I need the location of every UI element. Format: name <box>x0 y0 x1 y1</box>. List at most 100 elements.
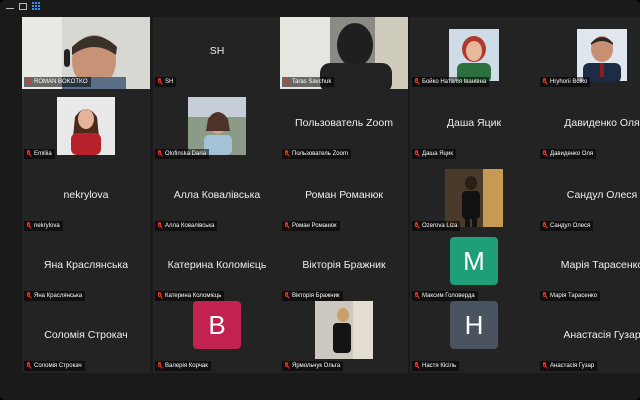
mic-muted-icon <box>157 150 163 158</box>
participant-display-name: Пользователь Zoom <box>295 117 393 129</box>
participant-name-label: Бойко Наталія Іванівна <box>422 79 487 85</box>
participant-name-plate: Ozerova Liza <box>412 221 461 231</box>
participant-tile[interactable]: Taras Savchuk <box>280 17 408 89</box>
participant-photo <box>449 29 499 83</box>
participant-name-label: nekrylova <box>34 223 60 229</box>
mic-muted-icon <box>26 78 32 86</box>
participant-tile[interactable]: Даша Яцик Даша Яцик <box>410 89 538 161</box>
participant-tile[interactable]: Марія Тарасенко Марія Тарасенко <box>538 231 640 303</box>
mic-muted-icon <box>542 150 548 158</box>
participant-name-label: Hryhorii Boiko <box>550 79 588 85</box>
participant-tile[interactable]: Olofinska Daria <box>153 89 281 161</box>
participant-display-name: Роман Романюк <box>305 189 383 201</box>
participant-name-plate: Анастасія Гузар <box>540 361 598 371</box>
mic-muted-icon <box>157 362 163 370</box>
mic-muted-icon <box>26 292 32 300</box>
participant-name-label: Давиденко Оля <box>550 151 594 157</box>
participant-tile[interactable]: ROMAN BOKOTKO <box>22 17 150 89</box>
participant-display-name: Давиденко Оля <box>564 117 640 129</box>
mic-muted-icon <box>157 222 163 230</box>
participant-tile[interactable]: nekrylova nekrylova <box>22 161 150 233</box>
mic-muted-icon <box>26 362 32 370</box>
participant-name-label: Соломія Строкач <box>34 363 82 369</box>
participant-tile[interactable]: Алла Ковалівська Алла Ковалівська <box>153 161 281 233</box>
mic-muted-icon <box>542 222 548 230</box>
participant-name-label: Ozerova Liza <box>422 223 458 229</box>
participant-tile[interactable]: Яна Краслянська Яна Краслянська <box>22 231 150 303</box>
mic-muted-icon <box>542 362 548 370</box>
participant-tile[interactable]: M Максим Головерда <box>410 231 538 303</box>
participant-name-plate: Ярмольчук Ольга <box>282 361 344 371</box>
participant-name-plate: Соломія Строкач <box>24 361 85 371</box>
participant-tile[interactable]: Hryhorii Boiko <box>538 17 640 89</box>
mic-muted-icon <box>414 78 420 86</box>
restore-icon[interactable] <box>19 3 27 10</box>
mic-muted-icon <box>414 292 420 300</box>
participant-photo <box>188 97 246 155</box>
minimize-icon[interactable] <box>6 8 14 9</box>
mic-muted-icon <box>26 222 32 230</box>
participant-name-label: Даша Яцик <box>422 151 453 157</box>
mic-muted-icon <box>157 78 163 86</box>
participant-name-plate: Марія Тарасенко <box>540 291 601 301</box>
participant-tile[interactable]: Соломія Строкач Соломія Строкач <box>22 301 150 373</box>
zoom-window: ROMAN BOKOTKO SH SH Taras Savchuk Бойко Ната… <box>0 0 640 400</box>
participant-display-name: Алла Ковалівська <box>173 189 261 201</box>
participant-display-name: Яна Краслянська <box>43 259 129 271</box>
participant-tile[interactable]: Ozerova Liza <box>410 161 538 233</box>
participant-name-plate: ROMAN BOKOTKO <box>24 77 91 87</box>
participant-display-name: Соломія Строкач <box>44 329 128 341</box>
mic-muted-icon <box>284 150 290 158</box>
participant-name-plate: Hryhorii Boiko <box>540 77 591 87</box>
participant-name-plate: Давиденко Оля <box>540 149 597 159</box>
mic-muted-icon <box>542 78 548 86</box>
participant-display-name: Сандул Олеся <box>566 189 638 201</box>
participant-name-label: Сандул Олеся <box>550 223 591 229</box>
participant-name-label: Emiliia <box>34 151 52 157</box>
participant-name-plate: nekrylova <box>24 221 63 231</box>
participant-name-plate: Даша Яцик <box>412 149 456 159</box>
participant-tile[interactable]: B Валерія Корчак <box>153 301 281 373</box>
participant-tile[interactable]: Вікторія Бражник Вікторія Бражник <box>280 231 408 303</box>
participant-tile[interactable]: Ярмольчук Ольга <box>280 301 408 373</box>
participant-name-plate: Пользователь Zoom <box>282 149 351 159</box>
participant-tile[interactable]: Emiliia <box>22 89 150 161</box>
participant-tile[interactable]: Катерина Коломієць Катерина Коломієць <box>153 231 281 303</box>
participant-display-name: Марія Тарасенко <box>560 259 640 271</box>
participant-tile[interactable]: Роман Романюк Роман Романюк <box>280 161 408 233</box>
participant-tile[interactable]: Анастасія Гузар Анастасія Гузар <box>538 301 640 373</box>
participant-name-label: Марія Тарасенко <box>550 293 598 299</box>
mic-muted-icon <box>157 292 163 300</box>
participant-name-label: Пользователь Zoom <box>292 151 348 157</box>
mic-muted-icon <box>284 292 290 300</box>
participant-tile[interactable]: Бойко Наталія Іванівна <box>410 17 538 89</box>
participant-name-label: Olofinska Daria <box>165 151 207 157</box>
window-titlebar <box>0 0 640 14</box>
participant-tile[interactable]: Пользователь Zoom Пользователь Zoom <box>280 89 408 161</box>
participant-display-name: nekrylova <box>63 189 109 201</box>
participant-name-plate: Настя Кісіль <box>412 361 460 371</box>
mic-muted-icon <box>284 222 290 230</box>
participant-name-label: Анастасія Гузар <box>550 363 595 369</box>
participant-name-label: Вікторія Бражник <box>292 293 340 299</box>
participant-name-plate: SH <box>155 77 177 87</box>
participant-name-label: Яна Краслянська <box>34 293 83 299</box>
mic-muted-icon <box>414 362 420 370</box>
participant-display-name: Даша Яцик <box>446 117 502 129</box>
participant-tile[interactable]: Давиденко Оля Давиденко Оля <box>538 89 640 161</box>
participant-tile[interactable]: H Настя Кісіль <box>410 301 538 373</box>
participant-photo <box>315 301 373 359</box>
participant-tile[interactable]: SH SH <box>153 17 281 89</box>
participant-name-label: SH <box>165 79 174 85</box>
participant-name-label: Алла Ковалівська <box>165 223 215 229</box>
participant-name-label: Роман Романюк <box>292 223 337 229</box>
mic-muted-icon <box>542 292 548 300</box>
mic-muted-icon <box>414 222 420 230</box>
participant-initial-avatar: H <box>450 301 498 349</box>
participant-photo <box>57 97 115 155</box>
participant-initial-avatar: B <box>193 301 241 349</box>
participant-name-plate: Валерія Корчак <box>155 361 211 371</box>
participant-tile[interactable]: Сандул Олеся Сандул Олеся <box>538 161 640 233</box>
gallery-grid-icon[interactable] <box>32 2 41 11</box>
mic-muted-icon <box>284 78 290 86</box>
